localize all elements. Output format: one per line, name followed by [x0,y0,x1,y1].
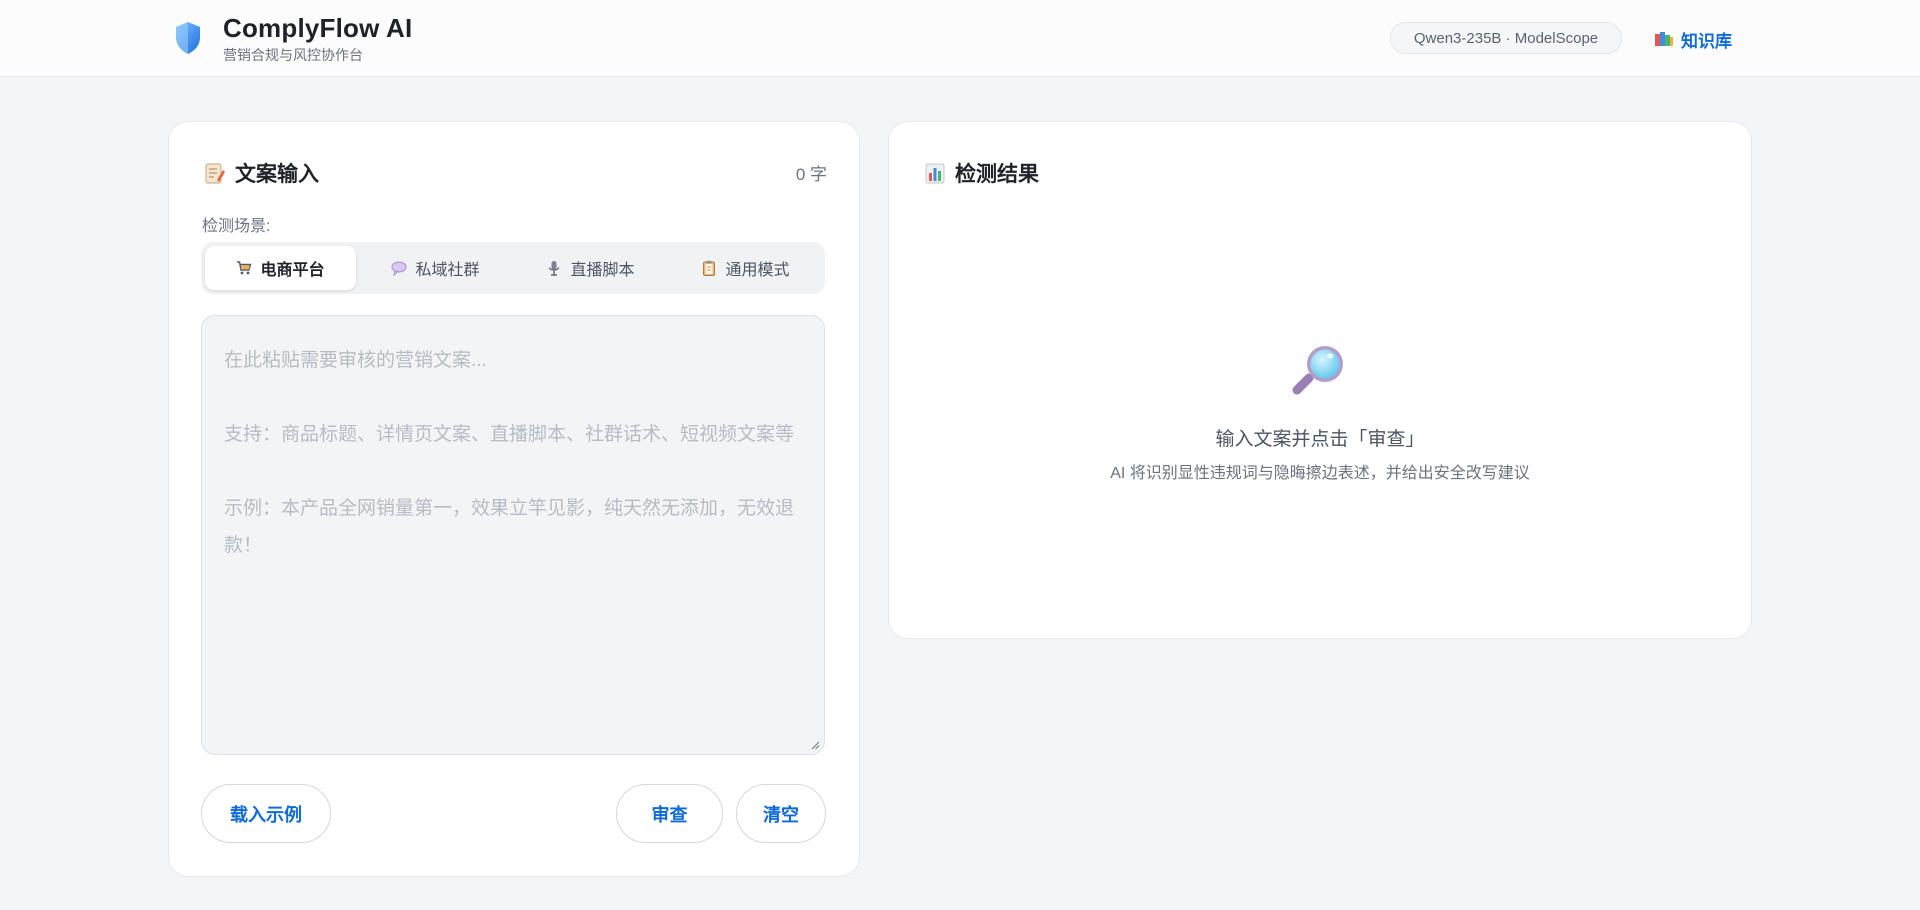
result-panel: 检测结果 输入文案并点击「审查」 AI 将识别显性违规词与隐晦擦边表述，并给出安… [888,121,1752,639]
scene-label: 检测场景: [202,218,271,235]
empty-state-title: 输入文案并点击「审查」 [1215,429,1425,450]
app-subtitle: 营销合规与风控协作台 [223,47,363,63]
result-panel-title: 检测结果 [955,163,1039,186]
top-header: ComplyFlow AI 营销合规与风控协作台 Qwen3-235B · Mo… [0,0,1920,77]
copy-input[interactable] [202,316,824,754]
load-example-button[interactable]: 载入示例 [201,784,331,843]
tab-private-community[interactable]: 私域社群 [360,246,511,290]
shopping-cart-icon [237,261,252,275]
tab-ecommerce[interactable]: 电商平台 [205,246,356,290]
review-button[interactable]: 审查 [616,784,723,843]
tab-general-mode-label: 通用模式 [725,262,790,279]
input-panel-title: 文案输入 [235,163,319,186]
copy-input-container [201,315,825,755]
result-panel-header: 检测结果 [925,158,1039,188]
microphone-icon [549,261,560,276]
input-panel: 文案输入 0 字 检测场景: 电商平台 私域社群 直播脚本 通用模式 在此粘贴需… [168,121,860,877]
resize-handle-icon[interactable] [810,740,820,750]
knowledge-base-link[interactable]: 知识库 [1655,26,1732,52]
tab-general-mode[interactable]: 通用模式 [670,246,821,290]
memo-icon [205,163,225,184]
magnifier-icon [1292,346,1343,395]
speech-bubble-icon [391,261,407,276]
tab-ecommerce-label: 电商平台 [260,262,325,279]
tab-live-script-label: 直播脚本 [570,262,635,279]
books-icon [1655,32,1673,46]
empty-state: 输入文案并点击「审查」 AI 将识别显性违规词与隐晦擦边表述，并给出安全改写建议 [889,342,1751,483]
model-badge: Qwen3-235B · ModelScope [1390,22,1622,54]
tab-private-community-label: 私域社群 [415,262,480,279]
clear-button[interactable]: 清空 [736,784,826,843]
empty-state-description: AI 将识别显性违规词与隐晦擦边表述，并给出安全改写建议 [1110,465,1530,482]
clipboard-icon [703,260,716,276]
scene-tabs: 电商平台 私域社群 直播脚本 通用模式 [201,242,825,294]
knowledge-base-label: 知识库 [1681,31,1732,51]
app-title: ComplyFlow AI [223,13,413,43]
shield-icon [176,22,200,54]
char-count: 0 字 [795,165,827,184]
tab-live-script[interactable]: 直播脚本 [515,246,666,290]
bar-chart-icon [925,163,945,184]
input-panel-header: 文案输入 [205,158,319,188]
